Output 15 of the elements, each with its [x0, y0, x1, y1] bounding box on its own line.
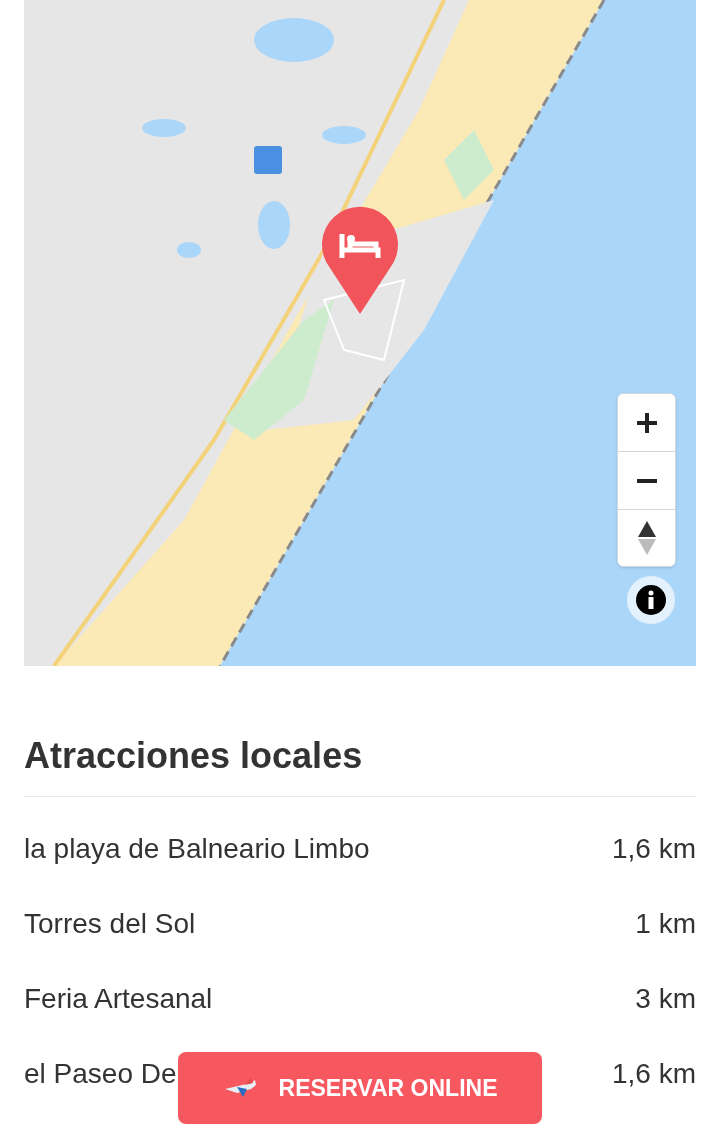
- attraction-name: el Paseo De: [24, 1056, 177, 1091]
- section-heading: Atracciones locales: [24, 734, 364, 778]
- attraction-name: Feria Artesanal: [24, 981, 213, 1016]
- info-icon: [636, 585, 666, 615]
- attraction-distance: 1 km: [635, 906, 696, 941]
- plus-icon: [634, 410, 659, 435]
- attraction-distance: 3 km: [635, 981, 696, 1016]
- attraction-name: la playa de Balneario Limbo: [24, 831, 370, 866]
- map-pin-icon[interactable]: [320, 206, 400, 316]
- attraction-name: Torres del Sol: [24, 906, 196, 941]
- reserve-online-button[interactable]: RESERVAR ONLINE: [178, 1052, 542, 1124]
- compass-icon: [637, 521, 656, 555]
- attraction-distance: 1,6 km: [611, 1056, 696, 1091]
- attraction-distance: 1,6 km: [611, 831, 696, 866]
- minus-icon: [634, 477, 659, 484]
